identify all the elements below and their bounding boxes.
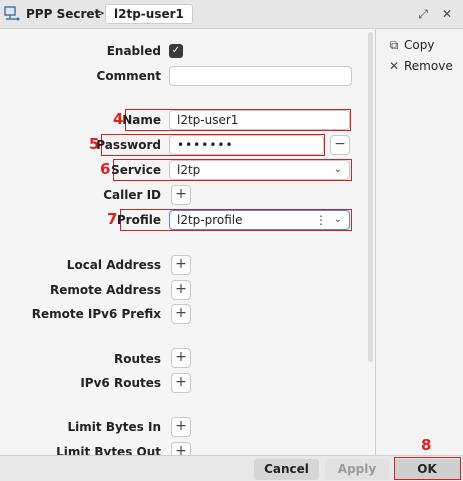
local-address-label: Local Address bbox=[66, 258, 161, 272]
copy-icon: ⧉ bbox=[389, 38, 399, 52]
profile-label: Profile bbox=[116, 213, 161, 227]
copy-label: Copy bbox=[404, 38, 435, 52]
form-scrollbar[interactable] bbox=[368, 32, 373, 362]
limit-bytes-out-label: Limit Bytes Out bbox=[56, 445, 161, 455]
expand-icon[interactable]: ⤢ bbox=[414, 5, 432, 23]
remote-address-label: Remote Address bbox=[50, 283, 161, 297]
title-bar: PPP Secret > l2tp-user1 ⤢ ✕ bbox=[0, 0, 463, 29]
routes-add-button[interactable]: + bbox=[171, 348, 191, 368]
comment-label: Comment bbox=[96, 69, 161, 83]
enabled-label: Enabled bbox=[106, 44, 161, 58]
limit-bytes-in-add-button[interactable]: + bbox=[171, 417, 191, 437]
chevron-down-icon: ⌄ bbox=[333, 214, 342, 225]
caller-id-label: Caller ID bbox=[103, 188, 161, 202]
remove-label: Remove bbox=[404, 59, 453, 73]
remove-action[interactable]: ✕ Remove bbox=[388, 57, 453, 75]
limit-bytes-out-add-button[interactable]: + bbox=[171, 442, 191, 455]
breadcrumb-separator: > bbox=[95, 6, 106, 20]
service-label: Service bbox=[111, 163, 161, 177]
name-field[interactable]: l2tp-user1 bbox=[169, 110, 350, 130]
tab-current-item[interactable]: l2tp-user1 bbox=[105, 4, 193, 24]
profile-select[interactable]: l2tp-profile ⋮ ⌄ bbox=[169, 210, 350, 230]
service-select[interactable]: l2tp ⌄ bbox=[169, 160, 350, 180]
name-label: Name bbox=[122, 113, 161, 127]
caller-id-add-button[interactable]: + bbox=[171, 185, 191, 205]
annotation-marker-8: 8 bbox=[421, 436, 432, 454]
annotation-marker-7: 7 bbox=[107, 210, 118, 228]
annotation-box-ok bbox=[394, 457, 461, 480]
enabled-checkbox[interactable]: ✓ bbox=[169, 44, 183, 58]
more-options-icon[interactable]: ⋮ bbox=[315, 211, 327, 229]
copy-action[interactable]: ⧉ Copy bbox=[388, 36, 435, 54]
breadcrumb-root[interactable]: PPP Secret bbox=[26, 7, 100, 21]
routes-label: Routes bbox=[113, 352, 161, 366]
password-label: Password bbox=[96, 138, 161, 152]
ipv6-routes-add-button[interactable]: + bbox=[171, 373, 191, 393]
ipv6-routes-label: IPv6 Routes bbox=[80, 376, 161, 390]
close-icon[interactable]: ✕ bbox=[438, 5, 456, 23]
actions-panel: ⧉ Copy ✕ Remove bbox=[376, 29, 463, 455]
password-field[interactable]: ••••••• bbox=[169, 135, 324, 155]
remove-icon: ✕ bbox=[388, 59, 400, 73]
profile-value: l2tp-profile bbox=[177, 213, 243, 227]
remote-ipv6-prefix-label: Remote IPv6 Prefix bbox=[31, 307, 161, 321]
apply-button[interactable]: Apply bbox=[325, 459, 389, 480]
ppp-network-icon bbox=[4, 6, 20, 21]
service-value: l2tp bbox=[177, 163, 201, 177]
remote-address-add-button[interactable]: + bbox=[171, 280, 191, 300]
annotation-marker-6: 6 bbox=[100, 160, 111, 178]
remote-ipv6-prefix-add-button[interactable]: + bbox=[171, 304, 191, 324]
password-remove-button[interactable]: − bbox=[330, 135, 350, 155]
comment-field[interactable] bbox=[169, 66, 352, 86]
chevron-down-icon: ⌄ bbox=[333, 164, 342, 175]
limit-bytes-in-label: Limit Bytes In bbox=[67, 420, 161, 434]
form-panel: Enabled ✓ Comment 4 Name l2tp-user1 5 Pa… bbox=[0, 29, 375, 455]
cancel-button[interactable]: Cancel bbox=[254, 459, 319, 480]
local-address-add-button[interactable]: + bbox=[171, 255, 191, 275]
